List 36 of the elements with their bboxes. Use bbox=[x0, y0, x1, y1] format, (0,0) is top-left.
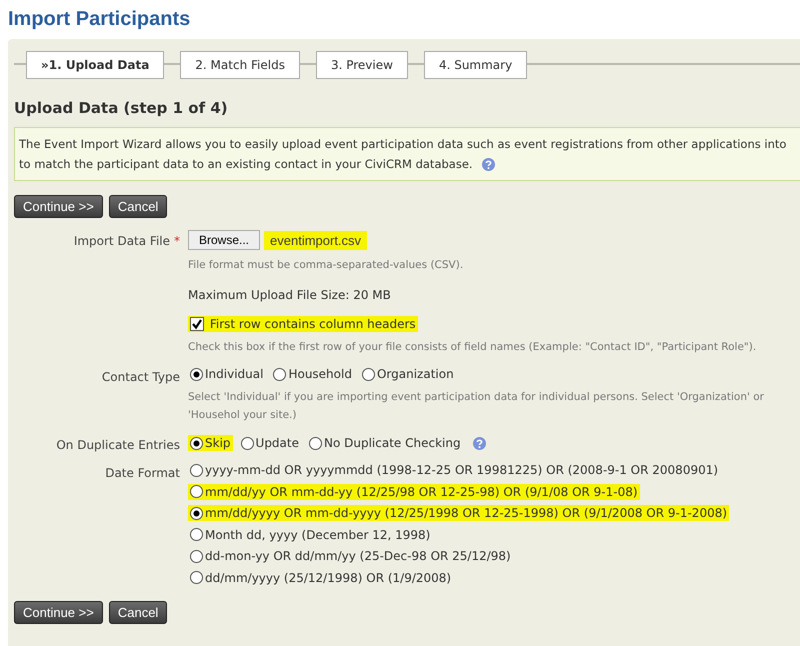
continue-button[interactable]: Continue >> bbox=[14, 195, 103, 218]
radio-option[interactable]: Update bbox=[238, 435, 301, 451]
wizard-tab[interactable]: 3. Preview bbox=[316, 51, 408, 79]
file-name: eventimport.csv bbox=[264, 230, 368, 250]
radio-option[interactable]: dd/mm/yyyy (25/12/1998) OR (1/9/2008) bbox=[188, 570, 454, 586]
continue-button[interactable]: Continue >> bbox=[14, 601, 103, 624]
radio-option[interactable]: Month dd, yyyy (December 12, 1998) bbox=[188, 526, 432, 542]
radio-option[interactable]: No Duplicate Checking bbox=[307, 435, 463, 451]
field-label: On Duplicate Entries bbox=[55, 437, 180, 452]
help-text: File format must be comma-separated-values (CSV). bbox=[188, 258, 464, 273]
help-text: Check this box if the first row of your file consists of field names (Example: "Contact ID", "Participant Role"). bbox=[188, 340, 758, 355]
header-checkbox[interactable]: First row contains column headers bbox=[188, 316, 418, 332]
radio-option[interactable]: Household bbox=[271, 366, 354, 382]
wizard-tab[interactable]: 4. Summary bbox=[424, 51, 528, 79]
required-marker: * bbox=[174, 234, 180, 248]
radio-option[interactable]: Individual bbox=[188, 366, 266, 382]
field-label: Contact Type bbox=[100, 369, 180, 386]
wizard-tab[interactable]: 2. Match Fields bbox=[180, 51, 300, 79]
radio-option[interactable]: Skip bbox=[188, 435, 233, 451]
step-heading: Upload Data (step 1 of 4) bbox=[14, 99, 229, 117]
radio-option[interactable]: mm/dd/yyyy OR mm-dd-yyyy (12/25/1998 OR 12-25-1998) OR (9/1/2008 OR 9-1-2008) bbox=[188, 505, 730, 521]
radio-option[interactable]: dd-mon-yy OR dd/mm/yy (25-Dec-98 OR 25/12/98) bbox=[188, 548, 513, 564]
wizard-tab[interactable]: »1. Upload Data bbox=[26, 51, 164, 79]
browse-button[interactable]: Browse... bbox=[188, 230, 260, 250]
field-label: Import Data File bbox=[74, 234, 170, 248]
radio-option[interactable]: Organization bbox=[360, 366, 456, 382]
radio-option[interactable]: yyyy-mm-dd OR yyyymmdd (1998-12-25 OR 19981225) OR (2008-9-1 OR 20080901) bbox=[188, 462, 720, 478]
page-title: Import Participants bbox=[8, 8, 192, 31]
intro-text: to match the participant data to an existing contact in your CiviCRM database. bbox=[19, 156, 473, 173]
radio-option[interactable]: mm/dd/yy OR mm-dd-yy (12/25/98 OR 12-25-98) OR (9/1/08 OR 9-1-08) bbox=[188, 484, 640, 500]
cancel-button[interactable]: Cancel bbox=[108, 195, 168, 218]
help-text: Select 'Individual' if you are importing event participation data for individual persons. Select 'Organization' or 'Househol your site.) bbox=[188, 390, 765, 423]
field-label: Date Format bbox=[104, 465, 180, 482]
max-size-text: Maximum Upload File Size: 20 MB bbox=[188, 288, 392, 302]
intro-text: The Event Import Wizard allows you to easily upload event participation data such as event registrations from other applications into bbox=[19, 136, 786, 153]
cancel-button[interactable]: Cancel bbox=[108, 601, 168, 624]
